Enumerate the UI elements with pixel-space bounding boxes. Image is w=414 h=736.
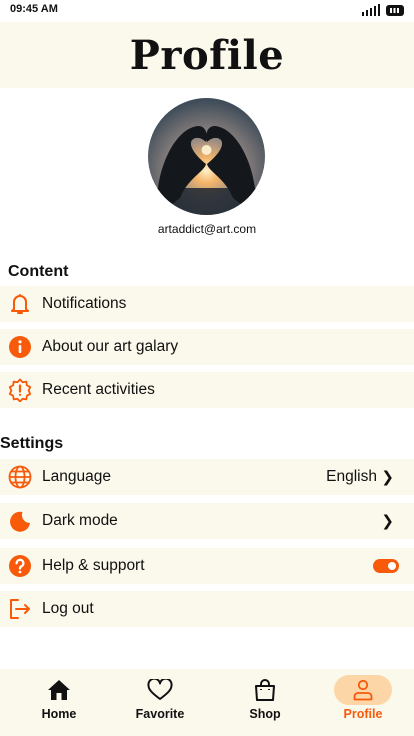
tab-profile-label: Profile [343, 707, 383, 721]
chevron-right-icon: ❯ [381, 513, 394, 530]
status-time: 09:45 AM [10, 3, 58, 15]
notifications-label: Notifications [42, 295, 127, 312]
tab-shop[interactable]: Shop [215, 669, 315, 736]
about-gallery-label: About our art galary [42, 338, 179, 355]
shopping-bag-icon [250, 677, 280, 703]
tab-favorite[interactable]: Favorite [110, 669, 210, 736]
help-icon [8, 554, 32, 578]
language-row[interactable]: Language English ❯ [0, 459, 414, 495]
header: Profile [0, 22, 414, 88]
recent-activities-row[interactable]: Recent activities [0, 372, 414, 408]
user-icon [348, 677, 378, 703]
chevron-right-icon: ❯ [381, 469, 394, 486]
about-gallery-row[interactable]: About our art galary [0, 329, 414, 365]
battery-icon [386, 4, 404, 16]
logout-icon [8, 597, 32, 621]
language-label: Language [42, 468, 111, 485]
logout-label: Log out [42, 600, 94, 617]
settings-section-title: Settings [0, 435, 64, 452]
help-support-label: Help & support [42, 557, 145, 574]
content-section-title: Content [8, 263, 69, 280]
notifications-row[interactable]: Notifications [0, 286, 414, 322]
bell-icon [8, 292, 32, 316]
recent-activities-label: Recent activities [42, 381, 155, 398]
page-title: Profile [129, 31, 285, 79]
info-icon [8, 335, 32, 359]
profile-email: artaddict@art.com [157, 222, 257, 236]
status-bar: 09:45 AM [0, 0, 414, 22]
help-support-toggle[interactable] [373, 559, 399, 573]
avatar[interactable] [148, 98, 265, 215]
tab-home[interactable]: Home [9, 669, 109, 736]
status-icons [361, 4, 404, 16]
tab-profile[interactable]: Profile [313, 669, 413, 736]
moon-icon [8, 509, 32, 533]
tab-favorite-label: Favorite [135, 707, 185, 721]
logout-row[interactable]: Log out [0, 591, 414, 627]
help-support-row[interactable]: Help & support [0, 548, 414, 584]
language-value: English [326, 468, 377, 485]
dark-mode-row[interactable]: Dark mode ❯ [0, 503, 414, 539]
tab-shop-label: Shop [249, 707, 281, 721]
alert-badge-icon [8, 378, 32, 402]
dark-mode-label: Dark mode [42, 512, 118, 529]
heart-icon [145, 677, 175, 703]
home-icon [44, 677, 74, 703]
globe-icon [8, 465, 32, 489]
tab-bar: Home Favorite Shop Profile [0, 669, 414, 736]
signal-icon [361, 4, 380, 16]
tab-home-label: Home [41, 707, 77, 721]
